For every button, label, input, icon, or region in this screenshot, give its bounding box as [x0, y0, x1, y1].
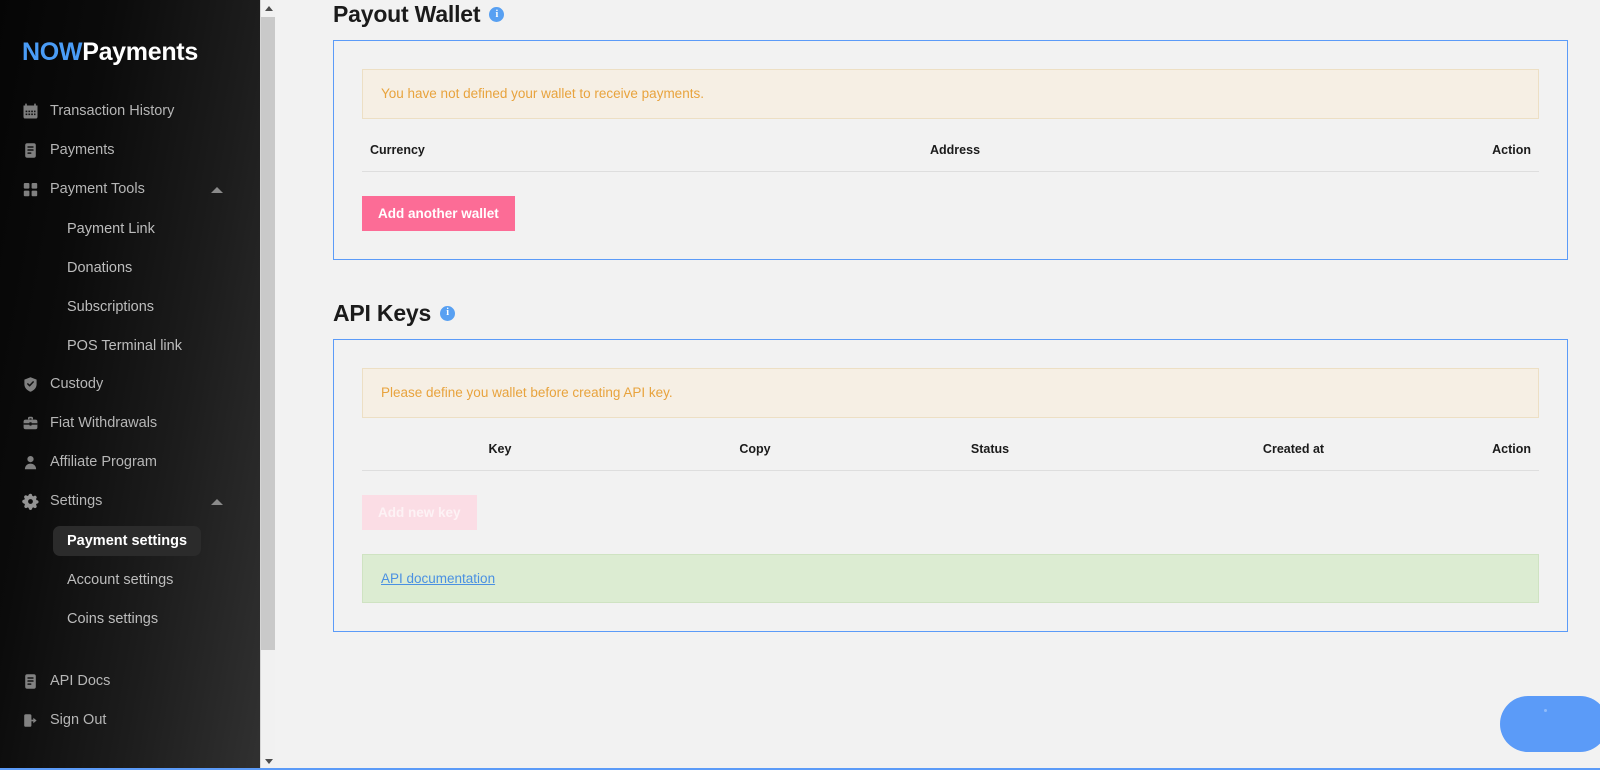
sidebar-item-payment-tools[interactable]: Payment Tools: [0, 170, 275, 209]
chat-bubble-dot-icon: [1544, 709, 1547, 712]
sidebar-subitem-label: Coins settings: [67, 610, 159, 627]
column-header-action: Action: [1492, 142, 1531, 157]
sidebar-subitem-label: Account settings: [67, 571, 174, 588]
sign-out-icon: [22, 712, 39, 729]
brand-payments: Payments: [82, 38, 198, 66]
column-header-key: Key: [488, 441, 512, 456]
document-icon: [22, 142, 39, 159]
sidebar-item-sign-out[interactable]: Sign Out: [0, 701, 275, 740]
sidebar-item-account-settings[interactable]: Account settings: [0, 560, 275, 599]
payout-wallet-card: You have not defined your wallet to rece…: [333, 40, 1568, 260]
sidebar-subitem-label: POS Terminal link: [67, 337, 182, 354]
payout-wallet-alert: You have not defined your wallet to rece…: [362, 69, 1539, 119]
sidebar-subitem-label: Payment settings: [53, 525, 202, 556]
add-new-key-button[interactable]: Add new key: [362, 494, 477, 530]
document-icon: [22, 673, 39, 690]
sidebar-item-label: Transaction History: [50, 103, 175, 120]
sidebar-item-custody[interactable]: Custody: [0, 365, 275, 404]
sidebar-item-label: Fiat Withdrawals: [50, 415, 158, 432]
sidebar-item-api-docs[interactable]: API Docs: [0, 662, 275, 701]
column-header-copy: Copy: [739, 441, 771, 456]
sidebar-subitem-label: Donations: [67, 259, 133, 276]
sidebar-item-label: Affiliate Program: [50, 454, 157, 471]
add-another-wallet-button[interactable]: Add another wallet: [362, 195, 515, 231]
sidebar-item-label: Sign Out: [50, 712, 107, 729]
column-header-status: Status: [970, 441, 1010, 456]
sidebar: NOWPayments Transaction History Payments: [0, 0, 275, 770]
brand-logo[interactable]: NOWPayments: [0, 0, 275, 65]
sidebar-subitem-label: Subscriptions: [67, 298, 155, 315]
chevron-up-icon[interactable]: [211, 186, 223, 193]
column-header-currency: Currency: [370, 142, 425, 157]
sidebar-item-label: Settings: [50, 493, 103, 510]
app-root: NOWPayments Transaction History Payments: [0, 0, 1600, 770]
api-keys-heading: API Keys i: [333, 260, 1568, 339]
sidebar-item-label: Payment Tools: [50, 181, 145, 198]
sidebar-item-payments[interactable]: Payments: [0, 131, 275, 170]
sidebar-item-coins-settings[interactable]: Coins settings: [0, 599, 275, 638]
payout-wallet-actions: Add another wallet: [362, 172, 1539, 231]
section-title-api-keys: API Keys: [333, 299, 432, 326]
column-header-action: Action: [1492, 441, 1531, 456]
scrollbar-up-arrow-icon[interactable]: [261, 0, 275, 17]
sidebar-item-label: Payments: [50, 142, 115, 159]
sidebar-item-fiat-withdrawals[interactable]: Fiat Withdrawals: [0, 404, 275, 443]
column-header-address: Address: [930, 142, 981, 157]
sidebar-subitem-label: Payment Link: [67, 220, 155, 237]
sidebar-item-payment-settings[interactable]: Payment settings: [0, 521, 275, 560]
brand-now: NOW: [22, 38, 83, 66]
person-icon: [22, 454, 39, 471]
calendar-icon: [22, 103, 39, 120]
sidebar-nav: Transaction History Payments Payment Too…: [0, 92, 275, 740]
sidebar-scrollbar[interactable]: [260, 0, 275, 770]
payout-wallet-table-header: Currency Address Action: [362, 119, 1539, 172]
page-title: Payout Wallet: [333, 1, 481, 27]
sidebar-item-subscriptions[interactable]: Subscriptions: [0, 287, 275, 326]
sidebar-item-label: Custody: [50, 376, 104, 393]
grid-icon: [22, 181, 39, 198]
api-keys-card: Please define you wallet before creating…: [333, 339, 1568, 633]
sidebar-item-label: API Docs: [50, 673, 111, 690]
info-icon[interactable]: i: [489, 7, 505, 23]
sidebar-item-payment-link[interactable]: Payment Link: [0, 209, 275, 248]
chevron-up-icon[interactable]: [211, 498, 223, 505]
chat-bubble[interactable]: [1500, 696, 1600, 752]
sidebar-item-settings[interactable]: Settings: [0, 482, 275, 521]
sidebar-item-transaction-history[interactable]: Transaction History: [0, 92, 275, 131]
payout-wallet-heading: Payout Wallet i: [333, 0, 1568, 40]
sidebar-divider-space: [0, 638, 275, 662]
main-content: Payout Wallet i You have not defined you…: [275, 0, 1600, 770]
gear-icon: [22, 493, 39, 510]
shield-check-icon: [22, 376, 39, 393]
scrollbar-thumb[interactable]: [261, 17, 275, 650]
api-keys-table-header: Key Copy Status Created at Action: [362, 418, 1539, 471]
briefcase-icon: [22, 415, 39, 432]
sidebar-item-affiliate-program[interactable]: Affiliate Program: [0, 443, 275, 482]
api-keys-alert: Please define you wallet before creating…: [362, 368, 1539, 418]
sidebar-item-donations[interactable]: Donations: [0, 248, 275, 287]
api-documentation-link[interactable]: API documentation: [381, 571, 495, 586]
sidebar-item-pos-terminal-link[interactable]: POS Terminal link: [0, 326, 275, 365]
column-header-created-at: Created at: [1262, 441, 1325, 456]
info-icon[interactable]: i: [440, 305, 456, 321]
api-keys-actions: Add new key: [362, 471, 1539, 530]
api-documentation-alert: API documentation: [362, 553, 1539, 604]
